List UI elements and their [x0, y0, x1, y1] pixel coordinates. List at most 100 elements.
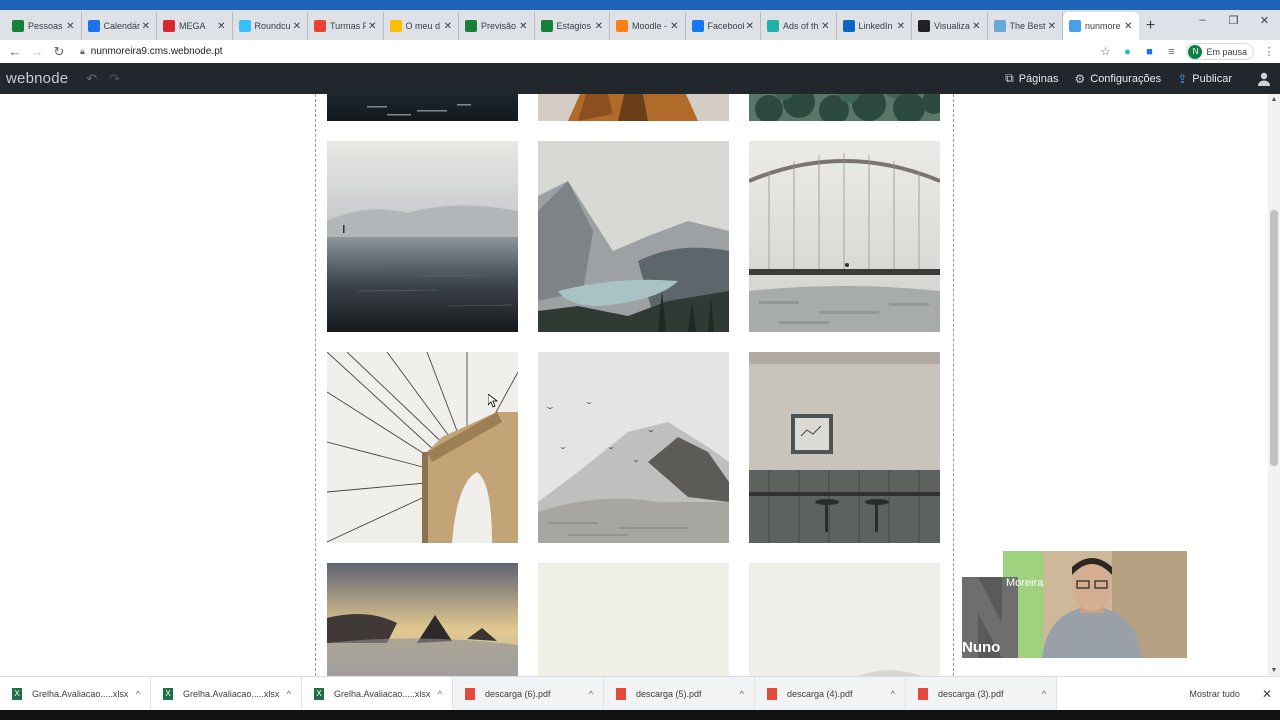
tab-label: Estagios [556, 21, 592, 31]
address-bar: ← → ↻ 🔒︎ nunmoreira9.cms.webnode.pt ☆ ● … [0, 40, 1280, 63]
gallery-photo[interactable] [749, 352, 940, 543]
browser-menu-icon[interactable]: ⋮ [1258, 45, 1280, 58]
extension-icon[interactable]: ■ [1138, 46, 1160, 58]
settings-button[interactable]: ⚙ Configurações [1074, 72, 1161, 86]
forward-arrow-icon[interactable]: → [26, 44, 48, 59]
url-field[interactable]: nunmoreira9.cms.webnode.pt [91, 46, 1095, 57]
download-item[interactable]: descarga (6).pdf ^ [453, 676, 604, 711]
scrollbar-thumb[interactable] [1270, 210, 1278, 466]
show-all-downloads-button[interactable]: Mostrar tudo [1189, 689, 1240, 699]
close-tab-icon[interactable]: ✕ [66, 21, 74, 32]
scroll-down-icon[interactable]: ▼ [1268, 667, 1280, 674]
browser-tab[interactable]: The Best ✕ [988, 12, 1063, 40]
gallery-photo[interactable] [749, 94, 940, 121]
webnode-logo[interactable]: webnode [6, 70, 68, 87]
close-tab-icon[interactable]: ✕ [670, 21, 678, 32]
close-tab-icon[interactable]: ✕ [972, 21, 980, 32]
close-tab-icon[interactable]: ✕ [293, 21, 301, 32]
pdf-file-icon [616, 687, 626, 700]
reload-icon[interactable]: ↻ [48, 44, 70, 60]
gallery-photo[interactable] [538, 352, 729, 543]
close-tab-icon[interactable]: ✕ [821, 21, 829, 32]
chevron-up-icon[interactable]: ^ [136, 689, 140, 699]
download-item[interactable]: X Grelha.Avaliacao.....xlsx ^ [302, 676, 453, 711]
close-tab-icon[interactable]: ✕ [1124, 21, 1132, 32]
grammarly-extension-icon[interactable]: ● [1116, 46, 1138, 58]
browser-tab[interactable]: Calendário✕ [82, 12, 157, 40]
tab-label: Ads of th [783, 21, 819, 31]
lock-icon[interactable]: 🔒︎ [80, 46, 85, 57]
close-tab-icon[interactable]: ✕ [746, 21, 754, 32]
bookmark-star-icon[interactable]: ☆ [1094, 45, 1116, 58]
back-arrow-icon[interactable]: ← [4, 44, 26, 59]
browser-tab[interactable]: Visualiza ✕ [912, 12, 988, 40]
gallery-photo[interactable] [327, 563, 518, 676]
close-tab-icon[interactable]: ✕ [519, 21, 527, 32]
pages-icon: ⧉ [1005, 71, 1014, 85]
gallery-photo[interactable] [327, 352, 518, 543]
chevron-up-icon[interactable]: ^ [740, 689, 744, 699]
browser-tab[interactable]: Moodle - ✕ [610, 12, 686, 40]
gallery-photo[interactable] [749, 563, 940, 676]
browser-tab[interactable]: Pessoas - ✕ [6, 12, 82, 40]
browser-tab[interactable]: MEGA ✕ [157, 12, 233, 40]
undo-icon[interactable]: ↶ [86, 71, 97, 87]
minimize-button[interactable]: – [1187, 10, 1218, 30]
pages-button[interactable]: ⧉ Páginas [1005, 71, 1058, 86]
close-tab-icon[interactable]: ✕ [142, 21, 150, 32]
download-item[interactable]: X Grelha.Avaliacao.....xlsx ^ [0, 676, 151, 711]
close-window-button[interactable]: ✕ [1249, 10, 1280, 30]
browser-tab[interactable]: LinkedIn ✕ [837, 12, 912, 40]
close-downloads-bar-icon[interactable]: ✕ [1262, 687, 1272, 701]
download-item[interactable]: descarga (3).pdf ^ [906, 676, 1057, 711]
browser-tab[interactable]: Estagios ✕ [535, 12, 610, 40]
chevron-up-icon[interactable]: ^ [287, 689, 291, 699]
window-controls: – ❐ ✕ [1187, 10, 1280, 30]
chevron-up-icon[interactable]: ^ [891, 689, 895, 699]
download-item[interactable]: descarga (5).pdf ^ [604, 676, 755, 711]
redo-icon[interactable]: ↷ [109, 71, 120, 87]
download-item[interactable]: descarga (4).pdf ^ [755, 676, 906, 711]
profile-chip[interactable]: N Em pausa [1186, 43, 1254, 60]
page-scrollbar[interactable]: ▲ ▼ [1268, 94, 1280, 676]
browser-tab[interactable]: Previsão ✕ [459, 12, 535, 40]
download-item[interactable]: X Grelha.Avaliacao.....xlsx ^ [151, 676, 302, 711]
scroll-up-icon[interactable]: ▲ [1268, 96, 1280, 103]
webnode-toolbar: webnode ↶ ↷ ⧉ Páginas ⚙ Configurações ⇪ … [0, 63, 1280, 94]
close-tab-icon[interactable]: ✕ [1048, 21, 1056, 32]
close-tab-icon[interactable]: ✕ [217, 21, 225, 32]
browser-tab[interactable]: Roundcube✕ [233, 12, 308, 40]
tab-label: Turmas P [330, 21, 367, 31]
user-account-icon[interactable] [1248, 63, 1280, 94]
close-tab-icon[interactable]: ✕ [444, 21, 452, 32]
browser-tab[interactable]: Turmas P ✕ [308, 12, 384, 40]
tab-label: Pessoas - [28, 21, 65, 31]
browser-tab[interactable]: O meu d ✕ [384, 12, 459, 40]
browser-tab[interactable]: nunmore ✕ [1063, 12, 1139, 40]
gallery-photo[interactable] [749, 141, 940, 332]
gallery-photo[interactable] [538, 94, 729, 121]
close-tab-icon[interactable]: ✕ [595, 21, 603, 32]
chevron-up-icon[interactable]: ^ [438, 689, 442, 699]
media-control-icon[interactable]: ≡ [1160, 46, 1182, 58]
gallery-photo[interactable] [538, 563, 729, 676]
close-tab-icon[interactable]: ✕ [368, 21, 376, 32]
browser-tab[interactable]: Facebook ✕ [686, 12, 761, 40]
publish-button[interactable]: ⇪ Publicar [1177, 72, 1232, 86]
new-tab-button[interactable]: + [1139, 12, 1163, 40]
gallery-photo[interactable] [327, 94, 518, 121]
restore-button[interactable]: ❐ [1218, 10, 1249, 30]
webcam-overlay: Moreira Nuno [962, 551, 1187, 658]
chevron-up-icon[interactable]: ^ [1042, 689, 1046, 699]
close-tab-icon[interactable]: ✕ [897, 21, 905, 32]
linkedin-icon [842, 20, 855, 32]
browser-tab[interactable]: Ads of th ✕ [761, 12, 837, 40]
ads-icon [767, 20, 779, 32]
upload-icon: ⇪ [1177, 71, 1188, 86]
os-top-strip [0, 0, 1280, 10]
gallery-photo[interactable] [538, 141, 729, 332]
chevron-up-icon[interactable]: ^ [589, 689, 593, 699]
gmail-icon [314, 20, 326, 32]
download-filename: descarga (5).pdf [636, 688, 702, 699]
gallery-photo[interactable] [327, 141, 518, 332]
